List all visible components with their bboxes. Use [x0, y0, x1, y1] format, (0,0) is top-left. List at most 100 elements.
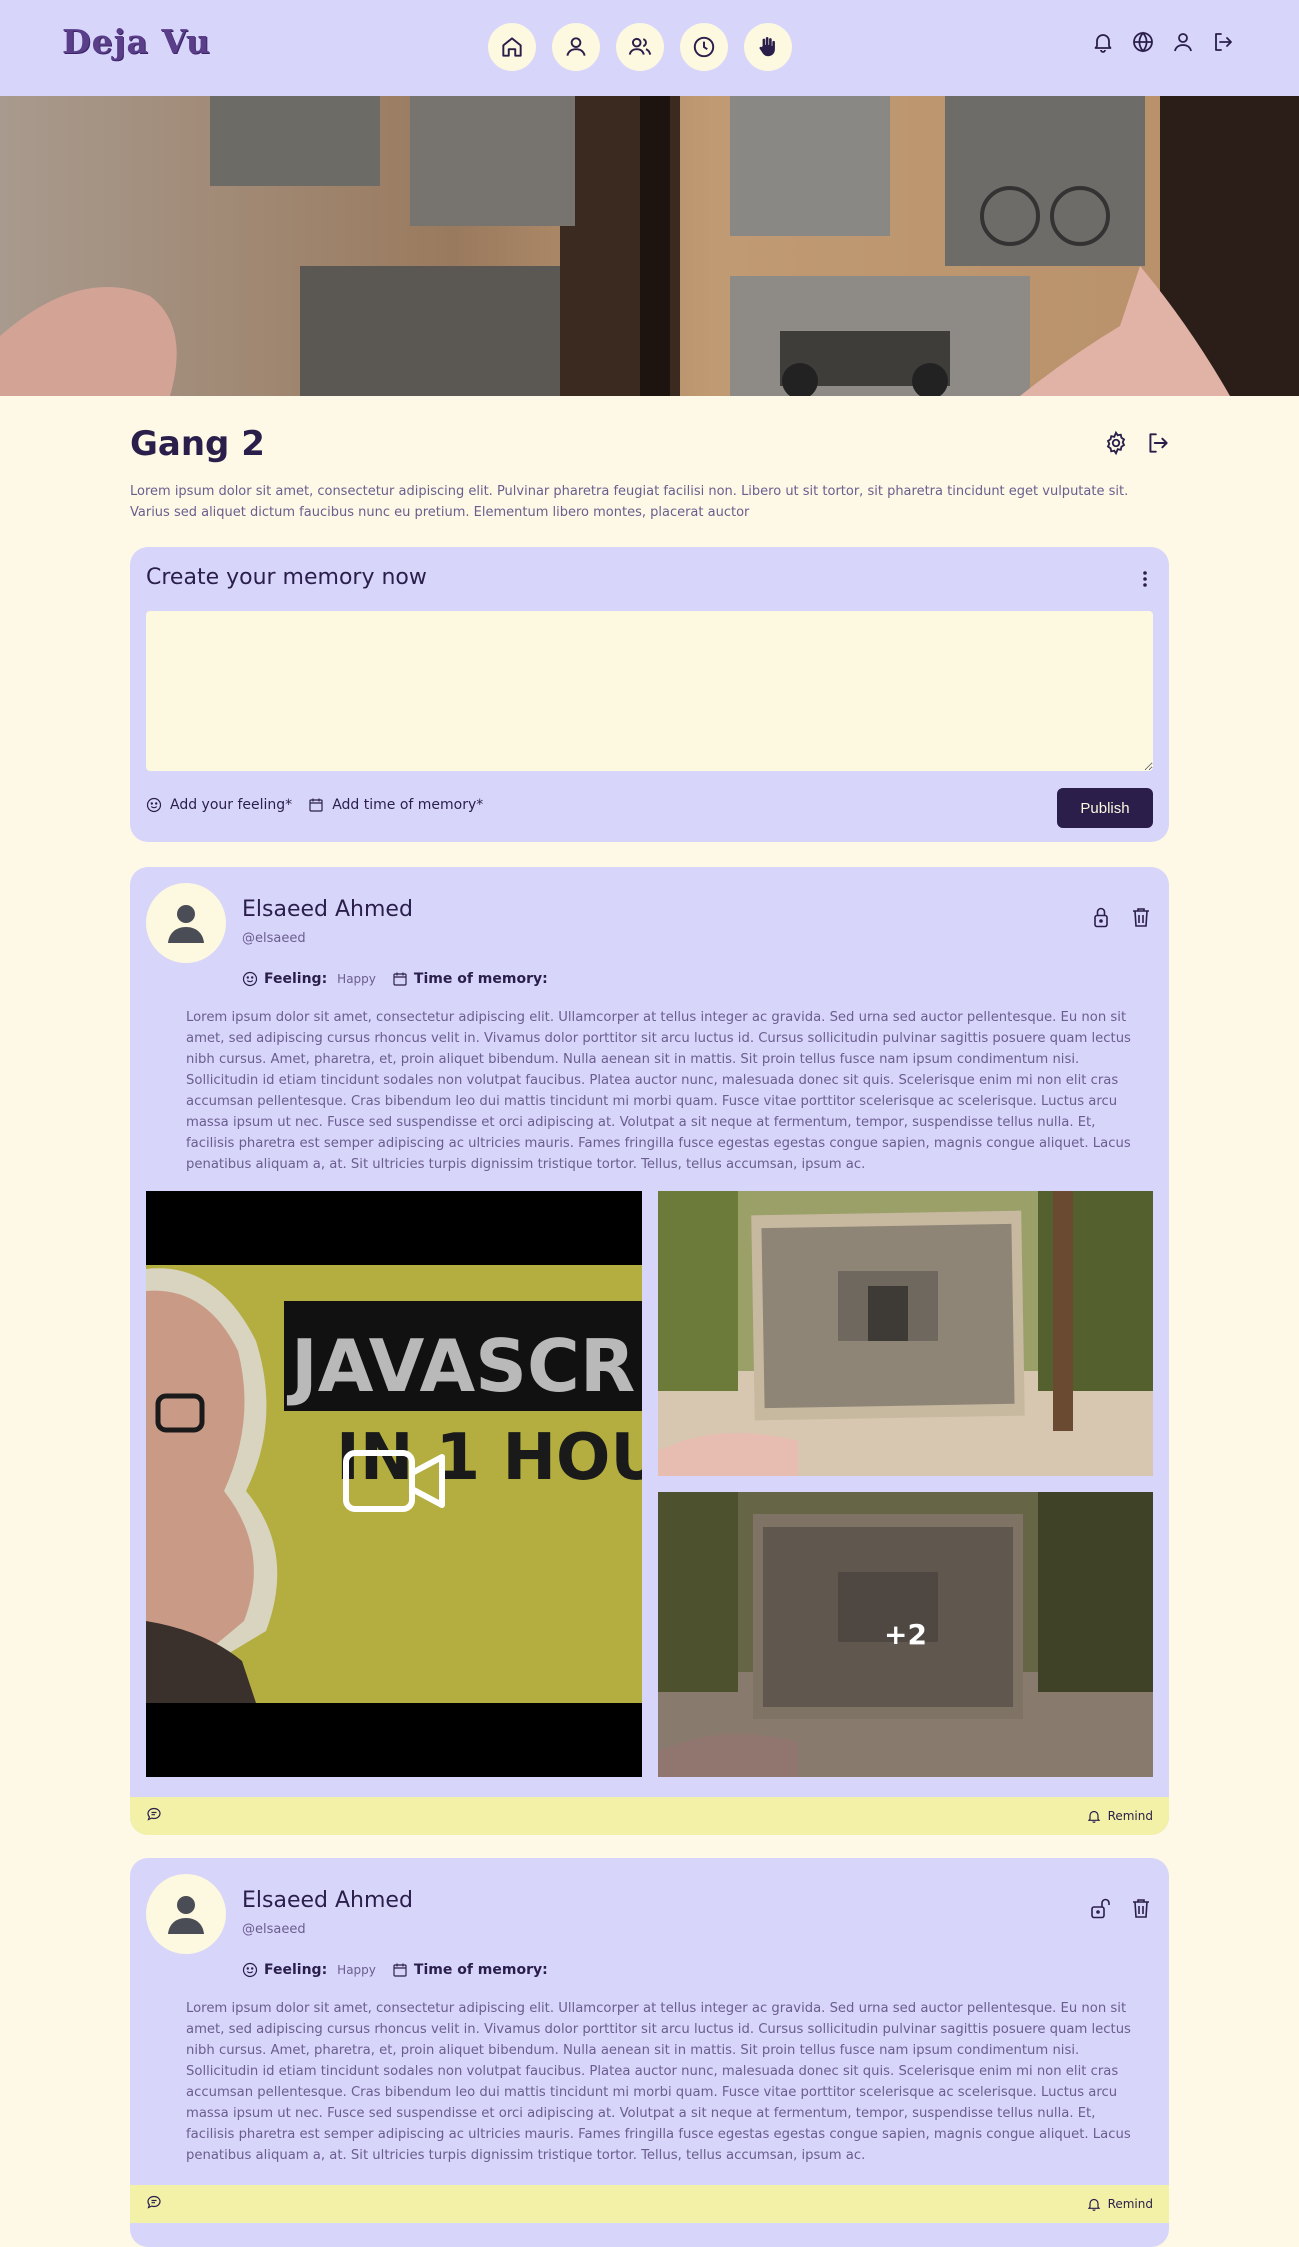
logout-button[interactable] — [1211, 30, 1235, 54]
more-options-button[interactable] — [1137, 567, 1153, 591]
friends-icon — [628, 37, 652, 55]
user-avatar-icon — [168, 1896, 204, 1934]
comment-button[interactable] — [146, 1806, 162, 1826]
lock-toggle-button[interactable] — [1089, 1896, 1113, 1924]
unlock-icon — [1091, 1898, 1110, 1919]
avatar[interactable] — [146, 883, 226, 963]
video-thumbnail[interactable]: JAVASCR IN 1 HOU — [146, 1191, 642, 1777]
bell-icon — [1087, 1810, 1100, 1823]
lock-icon — [1094, 907, 1108, 928]
logout-icon — [1149, 433, 1168, 453]
calendar-icon — [393, 972, 407, 986]
main-nav — [488, 23, 792, 71]
author-name[interactable]: Elsaeed Ahmed — [242, 897, 413, 922]
old-photo-image — [658, 1191, 1153, 1476]
time-meta: Time of memory: — [392, 1962, 548, 1978]
post-footer: Remind — [130, 2185, 1169, 2223]
notifications-button[interactable] — [1091, 30, 1115, 54]
hand-icon — [759, 37, 775, 57]
add-feeling-button[interactable]: Add your feeling* — [146, 797, 292, 813]
calendar-icon — [393, 1963, 407, 1977]
trash-icon — [1133, 908, 1149, 927]
avatar[interactable] — [146, 1874, 226, 1954]
video-title-text: JAVASCR — [286, 1324, 635, 1408]
memory-post: Elsaeed Ahmed @elsaeed Feeling: Happy Ti… — [130, 1858, 1169, 2247]
post-actions — [1089, 1896, 1153, 1924]
history-icon — [693, 36, 715, 58]
trash-icon — [1133, 1899, 1149, 1918]
group-title: Gang 2 — [130, 424, 265, 464]
author-name[interactable]: Elsaeed Ahmed — [242, 1888, 413, 1913]
comment-icon — [147, 1807, 161, 1821]
delete-post-button[interactable] — [1129, 1896, 1153, 1924]
header-actions — [1091, 30, 1235, 54]
group-description: Lorem ipsum dolor sit amet, consectetur … — [130, 484, 1129, 520]
post-meta: Feeling: Happy Time of memory: — [242, 971, 548, 987]
comment-button[interactable] — [146, 2194, 162, 2214]
remind-label: Remind — [1107, 1809, 1153, 1823]
remind-button[interactable]: Remind — [1086, 2196, 1153, 2212]
nav-history-button[interactable] — [680, 23, 728, 71]
time-of-memory-label: Time of memory: — [413, 971, 548, 987]
post-actions — [1089, 905, 1153, 933]
top-navbar: Deja Vu — [0, 0, 1299, 96]
user-avatar-icon — [168, 905, 204, 943]
feeling-value: Happy — [337, 972, 376, 986]
smile-icon — [242, 1962, 258, 1978]
more-vertical-icon — [1143, 571, 1147, 587]
comment-icon — [147, 2195, 161, 2209]
composer-tools: Add your feeling* Add time of memory* — [146, 797, 483, 813]
home-icon — [502, 37, 522, 57]
gear-icon — [1106, 430, 1126, 456]
feeling-label: Feeling: — [264, 971, 328, 987]
post-meta: Feeling: Happy Time of memory: — [242, 1962, 548, 1978]
create-memory-title: Create your memory now — [146, 565, 427, 590]
feeling-label: Feeling: — [264, 1962, 328, 1978]
user-icon — [1174, 33, 1192, 52]
bell-icon — [1094, 34, 1112, 53]
publish-button[interactable]: Publish — [1057, 788, 1153, 828]
nav-home-button[interactable] — [488, 23, 536, 71]
delete-post-button[interactable] — [1129, 905, 1153, 933]
memory-post: Elsaeed Ahmed @elsaeed Feeling: Happy Ti… — [130, 867, 1169, 1835]
nav-hand-button[interactable] — [744, 23, 792, 71]
create-memory-card: Create your memory now Add your feeling*… — [130, 547, 1169, 842]
remind-button[interactable]: Remind — [1086, 1808, 1153, 1824]
smile-icon — [146, 797, 162, 813]
author-handle: @elsaeed — [242, 931, 306, 946]
leave-group-button[interactable] — [1145, 430, 1171, 460]
post-image[interactable] — [658, 1191, 1153, 1476]
calendar-icon — [309, 798, 323, 812]
feeling-meta: Feeling: Happy — [242, 971, 376, 987]
post-text: Lorem ipsum dolor sit amet, consectetur … — [186, 2001, 1131, 2163]
post-text: Lorem ipsum dolor sit amet, consectetur … — [186, 1010, 1131, 1172]
remind-label: Remind — [1107, 2197, 1153, 2211]
post-media-grid: JAVASCR IN 1 HOU +2 — [146, 1191, 1153, 1777]
feeling-meta: Feeling: Happy — [242, 1962, 376, 1978]
video-subtitle-text: IN 1 HOU — [336, 1421, 642, 1495]
feeling-value: Happy — [337, 1963, 376, 1977]
language-button[interactable] — [1131, 30, 1155, 54]
photo-album-image — [0, 96, 1299, 396]
more-images-count: +2 — [658, 1492, 1153, 1777]
globe-icon — [1133, 31, 1153, 53]
more-images-tile[interactable]: +2 — [658, 1492, 1153, 1777]
bell-icon — [1087, 2198, 1100, 2211]
memory-textarea[interactable] — [146, 611, 1153, 771]
group-actions — [1103, 430, 1171, 460]
logout-icon — [1215, 33, 1232, 51]
add-feeling-label: Add your feeling* — [170, 797, 293, 813]
time-of-memory-label: Time of memory: — [413, 1962, 548, 1978]
nav-friends-button[interactable] — [616, 23, 664, 71]
add-time-button[interactable]: Add time of memory* — [308, 797, 483, 813]
profile-icon — [566, 37, 586, 56]
group-cover-image — [0, 96, 1299, 396]
account-button[interactable] — [1171, 30, 1195, 54]
group-settings-button[interactable] — [1103, 430, 1129, 460]
add-time-label: Add time of memory* — [332, 797, 484, 813]
lock-toggle-button[interactable] — [1089, 905, 1113, 933]
app-logo[interactable]: Deja Vu — [62, 22, 211, 61]
author-handle: @elsaeed — [242, 1922, 306, 1937]
time-meta: Time of memory: — [392, 971, 548, 987]
nav-profile-button[interactable] — [552, 23, 600, 71]
